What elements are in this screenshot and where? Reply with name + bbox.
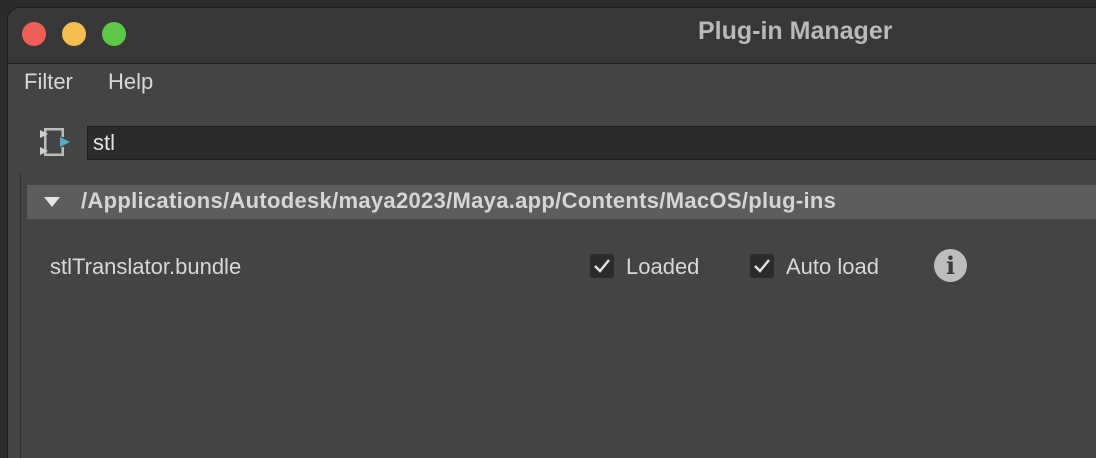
plugin-manager-window: Plug-in Manager Filter Help stl /Applica… (8, 8, 1096, 458)
menu-help[interactable]: Help (108, 69, 153, 95)
plugin-name: stlTranslator.bundle (50, 254, 242, 279)
search-input[interactable]: stl (87, 126, 1096, 160)
close-window-button[interactable] (22, 22, 46, 46)
info-icon[interactable]: i (934, 249, 967, 282)
window-title: Plug-in Manager (698, 17, 893, 45)
checkmark-icon (594, 259, 610, 273)
title-bar: Plug-in Manager (8, 8, 1096, 64)
autoload-label: Auto load (786, 254, 879, 279)
plugin-folder-path: /Applications/Autodesk/maya2023/Maya.app… (81, 188, 837, 213)
autoload-checkbox[interactable] (750, 254, 774, 278)
loaded-label: Loaded (626, 254, 700, 279)
expand-triangle-icon[interactable] (44, 197, 60, 207)
zoom-window-button[interactable] (102, 22, 126, 46)
filter-icon[interactable] (38, 124, 74, 160)
loaded-checkbox[interactable] (590, 254, 614, 278)
menu-filter[interactable]: Filter (24, 69, 73, 95)
minimize-window-button[interactable] (62, 22, 86, 46)
checkmark-icon (754, 259, 770, 273)
plugin-folder-header[interactable]: /Applications/Autodesk/maya2023/Maya.app… (27, 185, 1096, 219)
menu-bar: Filter Help (8, 64, 1096, 101)
